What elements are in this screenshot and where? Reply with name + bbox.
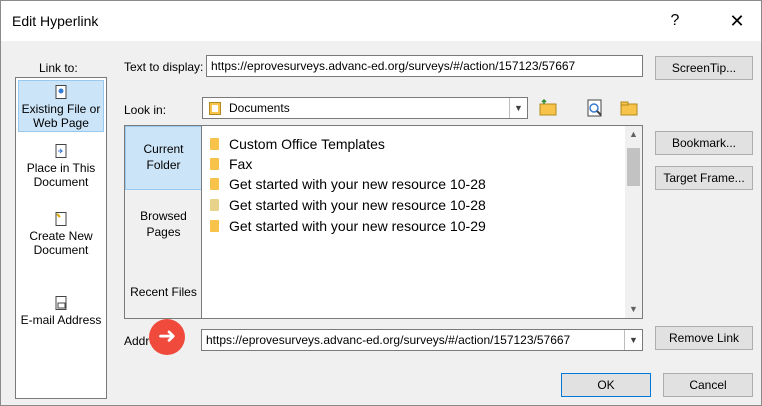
link-to-panel: Existing File or Web Page Place in This …	[15, 77, 107, 399]
file-list-scrollbar[interactable]: ▲ ▼	[625, 126, 642, 318]
folder-icon	[210, 138, 219, 150]
look-in-label: Look in:	[124, 103, 167, 117]
link-place-in-document[interactable]: Place in This Document	[18, 140, 104, 192]
browse-web-icon[interactable]	[585, 98, 605, 118]
close-button[interactable]: ✕	[721, 9, 753, 33]
target-frame-button[interactable]: Target Frame...	[655, 166, 753, 190]
link-existing-file[interactable]: Existing File or Web Page	[18, 80, 104, 132]
email-icon	[55, 296, 67, 310]
dialog-title: Edit Hyperlink	[12, 13, 99, 29]
folder-icon	[210, 158, 219, 170]
tab-current-folder[interactable]: Current Folder	[125, 126, 202, 190]
existing-file-icon	[55, 85, 67, 99]
address-input[interactable]: https://eprovesurveys.advanc-ed.org/surv…	[201, 329, 643, 351]
bookmark-button[interactable]: Bookmark...	[655, 131, 753, 155]
cancel-button[interactable]: Cancel	[663, 373, 753, 397]
look-in-select[interactable]: Documents ▼	[202, 97, 528, 119]
sub-nav-panel: Current Folder Browsed Pages Recent File…	[124, 125, 202, 319]
arrow-right-icon: ➜	[149, 319, 185, 355]
file-list: Custom Office Templates Fax Get started …	[201, 125, 643, 319]
ok-button[interactable]: OK	[561, 373, 651, 397]
chevron-down-icon: ▼	[624, 330, 642, 350]
text-to-display-label: Text to display:	[124, 60, 204, 74]
tab-browsed-pages[interactable]: Browsed Pages	[125, 208, 202, 244]
list-item[interactable]: Fax	[210, 154, 252, 174]
link-existing-file-label: Existing File or Web Page	[21, 102, 101, 130]
title-bar: Edit Hyperlink ? ✕	[1, 1, 761, 41]
list-item[interactable]: Get started with your new resource 10-28	[210, 174, 486, 194]
help-button[interactable]: ?	[659, 9, 691, 33]
scrollbar-thumb[interactable]	[627, 148, 640, 186]
screentip-button[interactable]: ScreenTip...	[655, 56, 753, 80]
link-create-new-document-label: Create New Document	[29, 229, 93, 257]
link-to-label: Link to:	[39, 61, 78, 75]
remove-link-button[interactable]: Remove Link	[655, 326, 753, 350]
browse-file-icon[interactable]	[619, 98, 639, 118]
link-place-in-document-label: Place in This Document	[26, 161, 96, 189]
place-in-document-icon	[55, 144, 67, 158]
list-item[interactable]: Get started with your new resource 10-28	[210, 195, 486, 215]
link-email-address[interactable]: E-mail Address	[18, 292, 104, 332]
tab-recent-files[interactable]: Recent Files	[125, 284, 202, 302]
link-email-address-label: E-mail Address	[20, 313, 102, 327]
address-value: https://eprovesurveys.advanc-ed.org/surv…	[206, 333, 571, 347]
look-in-value: Documents	[229, 101, 290, 115]
new-document-icon	[55, 212, 67, 226]
text-to-display-input[interactable]: https://eprovesurveys.advanc-ed.org/surv…	[206, 55, 643, 77]
link-create-new-document[interactable]: Create New Document	[18, 208, 104, 260]
list-item[interactable]: Custom Office Templates	[210, 134, 385, 154]
scroll-up-icon[interactable]: ▲	[625, 129, 642, 139]
scroll-down-icon[interactable]: ▼	[625, 304, 642, 314]
folder-icon	[210, 220, 219, 232]
zip-folder-icon	[210, 199, 219, 211]
folder-icon	[210, 178, 219, 190]
up-one-folder-icon[interactable]	[538, 98, 558, 118]
chevron-down-icon: ▼	[509, 98, 527, 118]
edit-hyperlink-dialog: Edit Hyperlink ? ✕ Link to: Existing Fil…	[0, 0, 762, 406]
list-item[interactable]: Get started with your new resource 10-29	[210, 216, 486, 236]
documents-folder-icon	[209, 102, 221, 115]
